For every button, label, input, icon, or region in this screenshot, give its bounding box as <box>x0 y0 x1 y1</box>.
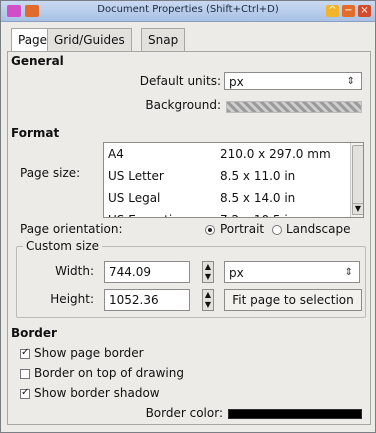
page-size-dimensions: 7.2 x 10.5 in <box>220 209 295 217</box>
units-select[interactable]: px ⇕ <box>224 261 360 283</box>
default-units-select[interactable]: px ⇕ <box>224 72 362 90</box>
select-arrows-icon: ⇕ <box>344 267 353 278</box>
width-input[interactable]: 744.09 <box>104 261 190 283</box>
list-item[interactable]: US Executive 7.2 x 10.5 in <box>104 209 363 217</box>
minimize-icon: ^ <box>328 5 337 16</box>
height-label: Height: <box>50 292 94 306</box>
maximize-button[interactable]: − <box>342 5 355 17</box>
page-size-dimensions: 8.5 x 11.0 in <box>220 169 296 183</box>
format-heading: Format <box>11 126 60 140</box>
list-item[interactable]: US Legal 8.5 x 14.0 in <box>104 187 363 209</box>
window-title: Document Properties (Shift+Ctrl+D) <box>97 4 279 15</box>
default-units-label: Default units: <box>139 74 221 88</box>
title-bar[interactable]: Document Properties (Shift+Ctrl+D) ^ − × <box>1 1 375 22</box>
page-size-scrollbar[interactable]: ▼ <box>350 143 363 217</box>
maximize-icon: − <box>344 5 353 16</box>
document-properties-window: Document Properties (Shift+Ctrl+D) ^ − ×… <box>0 0 376 433</box>
border-on-top-label[interactable]: Border on top of drawing <box>34 366 184 380</box>
border-on-top-checkbox[interactable] <box>20 369 30 379</box>
page-size-name: A4 <box>108 147 124 161</box>
page-orientation-label: Page orientation: <box>20 222 123 236</box>
show-border-shadow-checkbox[interactable] <box>20 387 30 399</box>
width-label: Width: <box>55 264 94 278</box>
width-spin-icon[interactable]: ▲ ▼ <box>202 261 214 283</box>
page-size-name: US Legal <box>108 191 161 205</box>
show-page-border-label[interactable]: Show page border <box>34 346 144 360</box>
fit-page-to-selection-button[interactable]: Fit page to selection <box>224 289 362 311</box>
close-icon: × <box>360 5 369 16</box>
page-size-name: US Executive <box>108 209 187 217</box>
tab-grid-guides[interactable]: Grid/Guides <box>47 28 132 52</box>
border-color-label: Border color: <box>145 406 223 420</box>
height-spin-icon[interactable]: ▲ ▼ <box>202 289 214 311</box>
background-label: Background: <box>145 98 221 112</box>
select-arrows-icon: ⇕ <box>346 76 355 87</box>
portrait-label[interactable]: Portrait <box>220 222 264 236</box>
landscape-label[interactable]: Landscape <box>286 222 350 236</box>
portrait-radio[interactable] <box>205 225 215 235</box>
height-input[interactable]: 1052.36 <box>104 289 190 311</box>
border-heading: Border <box>11 326 57 340</box>
page-tab-panel: General Default units: px ⇕ Background: … <box>7 51 371 425</box>
custom-size-label: Custom size <box>23 239 103 253</box>
show-page-border-checkbox[interactable] <box>20 347 30 359</box>
list-item[interactable]: US Letter 8.5 x 11.0 in <box>104 165 363 187</box>
page-size-list[interactable]: A4 210.0 x 297.0 mm US Letter 8.5 x 11.0… <box>103 142 364 218</box>
general-heading: General <box>11 54 64 68</box>
border-color-swatch[interactable] <box>228 409 362 419</box>
landscape-radio[interactable] <box>272 225 282 235</box>
background-color-swatch[interactable] <box>226 101 362 113</box>
page-size-dimensions: 8.5 x 14.0 in <box>220 191 296 205</box>
list-item[interactable]: A4 210.0 x 297.0 mm <box>104 143 363 165</box>
scroll-down-icon[interactable]: ▼ <box>352 203 363 215</box>
units-value: px <box>229 266 244 280</box>
show-border-shadow-label[interactable]: Show border shadow <box>34 386 160 400</box>
page-size-dimensions: 210.0 x 297.0 mm <box>220 147 331 161</box>
default-units-value: px <box>229 75 244 89</box>
close-button[interactable]: × <box>358 5 371 17</box>
scrollbar-thumb[interactable] <box>352 145 363 205</box>
tab-snap[interactable]: Snap <box>141 28 186 52</box>
page-size-name: US Letter <box>108 169 164 183</box>
minimize-button[interactable]: ^ <box>326 5 339 17</box>
page-size-label: Page size: <box>20 166 81 180</box>
